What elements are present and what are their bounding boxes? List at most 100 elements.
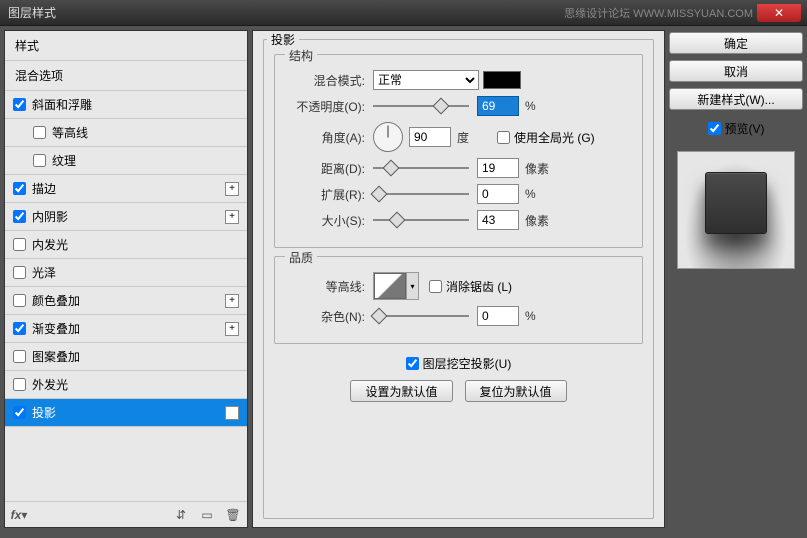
add-effect-button[interactable]: +	[225, 294, 239, 308]
preview-checkbox[interactable]: 预览(V)	[669, 120, 803, 137]
contour-picker[interactable]: ▾	[373, 272, 419, 300]
angle-input[interactable]	[409, 127, 451, 147]
opacity-label: 不透明度(O):	[287, 98, 365, 115]
preview-swatch	[705, 172, 767, 234]
noise-label: 杂色(N):	[287, 308, 365, 325]
style-item[interactable]: 内发光	[5, 231, 247, 259]
style-checkbox[interactable]	[13, 322, 26, 335]
reset-default-button[interactable]: 复位为默认值	[465, 380, 567, 402]
spread-input[interactable]	[477, 184, 519, 204]
style-item[interactable]: 外发光	[5, 371, 247, 399]
add-effect-button[interactable]: +	[225, 322, 239, 336]
style-item[interactable]: 等高线	[5, 119, 247, 147]
knockout-checkbox[interactable]: 图层挖空投影(U)	[406, 355, 512, 372]
shadow-color-swatch[interactable]	[483, 71, 521, 89]
ok-button[interactable]: 确定	[669, 32, 803, 54]
add-effect-button[interactable]: +	[225, 406, 239, 420]
styles-header: 样式	[5, 31, 247, 61]
style-item[interactable]: 颜色叠加+	[5, 287, 247, 315]
style-item[interactable]: 图案叠加	[5, 343, 247, 371]
style-checkbox[interactable]	[13, 238, 26, 251]
action-panel: 确定 取消 新建样式(W)... 预览(V)	[669, 30, 803, 528]
close-icon: ✕	[774, 6, 784, 20]
style-checkbox[interactable]	[13, 182, 26, 195]
add-effect-button[interactable]: +	[225, 182, 239, 196]
style-checkbox[interactable]	[33, 154, 46, 167]
style-checkbox[interactable]	[33, 126, 46, 139]
spread-slider[interactable]	[373, 186, 469, 202]
style-item[interactable]: 纹理	[5, 147, 247, 175]
global-light-checkbox[interactable]: 使用全局光 (G)	[497, 129, 595, 146]
add-effect-button[interactable]: +	[225, 210, 239, 224]
style-label: 图案叠加	[32, 348, 239, 365]
opacity-input[interactable]	[477, 96, 519, 116]
close-button[interactable]: ✕	[757, 4, 801, 22]
fx-icon[interactable]: fx▾	[11, 507, 27, 523]
distance-slider[interactable]	[373, 160, 469, 176]
style-label: 纹理	[52, 152, 239, 169]
style-item[interactable]: 斜面和浮雕	[5, 91, 247, 119]
styles-panel: 样式 混合选项 斜面和浮雕等高线纹理描边+内阴影+内发光光泽颜色叠加+渐变叠加+…	[4, 30, 248, 528]
style-item[interactable]: 描边+	[5, 175, 247, 203]
style-checkbox[interactable]	[13, 266, 26, 279]
content: 样式 混合选项 斜面和浮雕等高线纹理描边+内阴影+内发光光泽颜色叠加+渐变叠加+…	[0, 26, 807, 532]
style-label: 内阴影	[32, 208, 225, 225]
contour-swatch	[374, 273, 406, 299]
size-input[interactable]	[477, 210, 519, 230]
size-slider[interactable]	[373, 212, 469, 228]
style-label: 外发光	[32, 376, 239, 393]
style-checkbox[interactable]	[13, 406, 26, 419]
style-label: 光泽	[32, 264, 239, 281]
size-unit: 像素	[525, 212, 555, 229]
style-checkbox[interactable]	[13, 210, 26, 223]
trash-icon[interactable]: 🗑	[225, 507, 241, 523]
cancel-button[interactable]: 取消	[669, 60, 803, 82]
antialias-checkbox[interactable]: 消除锯齿 (L)	[429, 278, 512, 295]
style-checkbox[interactable]	[13, 350, 26, 363]
structure-legend: 结构	[285, 47, 317, 64]
spread-unit: %	[525, 187, 555, 201]
noise-unit: %	[525, 309, 555, 323]
angle-label: 角度(A):	[287, 129, 365, 146]
preview-box	[677, 151, 795, 269]
style-label: 投影	[32, 404, 225, 421]
quality-legend: 品质	[285, 249, 317, 266]
up-down-icon[interactable]: ⇵	[173, 507, 189, 523]
style-label: 等高线	[52, 124, 239, 141]
style-item[interactable]: 渐变叠加+	[5, 315, 247, 343]
make-default-button[interactable]: 设置为默认值	[350, 380, 452, 402]
angle-unit: 度	[457, 129, 487, 146]
distance-unit: 像素	[525, 160, 555, 177]
blendmode-select[interactable]: 正常	[373, 70, 479, 90]
distance-label: 距离(D):	[287, 160, 365, 177]
quality-group: 品质 等高线: ▾ 消除锯齿 (L) 杂色(N): %	[274, 256, 643, 344]
style-label: 颜色叠加	[32, 292, 225, 309]
options-panel: 投影 结构 混合模式: 正常 不透明度(O): % 角度(A):	[252, 30, 665, 528]
size-label: 大小(S):	[287, 212, 365, 229]
style-checkbox[interactable]	[13, 378, 26, 391]
styles-footer: fx▾ ⇵ ▭ 🗑	[5, 501, 247, 527]
structure-group: 结构 混合模式: 正常 不透明度(O): % 角度(A): 度	[274, 54, 643, 248]
distance-input[interactable]	[477, 158, 519, 178]
style-item[interactable]: 光泽	[5, 259, 247, 287]
style-label: 内发光	[32, 236, 239, 253]
style-checkbox[interactable]	[13, 294, 26, 307]
style-checkbox[interactable]	[13, 98, 26, 111]
noise-slider[interactable]	[373, 308, 469, 324]
panel-title: 投影	[267, 31, 299, 48]
style-label: 描边	[32, 180, 225, 197]
blendmode-label: 混合模式:	[287, 72, 365, 89]
watermark: 思缘设计论坛 WWW.MISSYUAN.COM	[564, 5, 753, 21]
noise-input[interactable]	[477, 306, 519, 326]
titlebar: 图层样式 思缘设计论坛 WWW.MISSYUAN.COM ✕	[0, 0, 807, 26]
style-item[interactable]: 内阴影+	[5, 203, 247, 231]
style-item[interactable]: 投影+	[5, 399, 247, 427]
opacity-slider[interactable]	[373, 98, 469, 114]
spread-label: 扩展(R):	[287, 186, 365, 203]
angle-dial[interactable]	[373, 122, 403, 152]
page-icon[interactable]: ▭	[199, 507, 215, 523]
new-style-button[interactable]: 新建样式(W)...	[669, 88, 803, 110]
style-label: 渐变叠加	[32, 320, 225, 337]
style-label: 斜面和浮雕	[32, 96, 239, 113]
blending-options[interactable]: 混合选项	[5, 61, 247, 91]
